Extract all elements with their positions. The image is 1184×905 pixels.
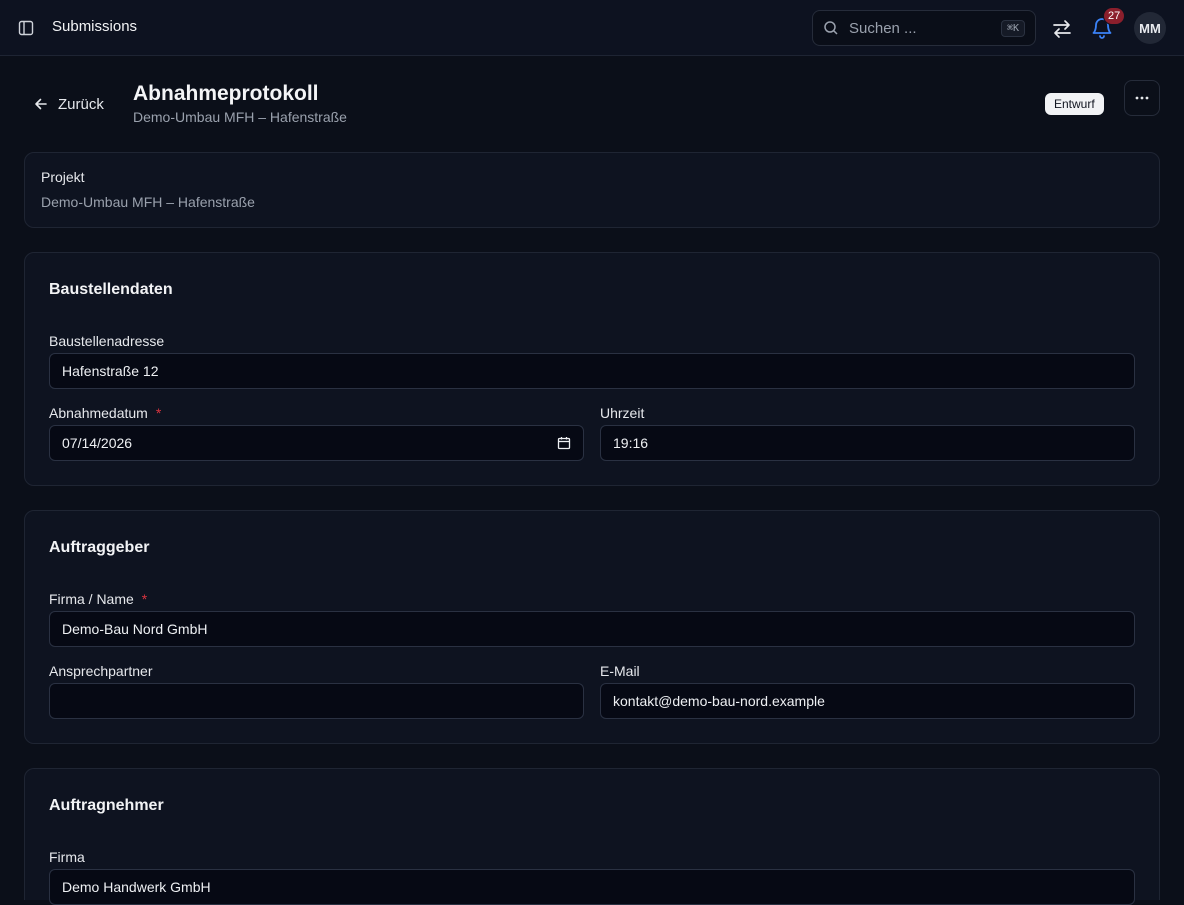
site-data-title: Baustellendaten: [49, 281, 173, 298]
contact-label: Ansprechpartner: [49, 663, 153, 679]
notification-badge: 27: [1103, 7, 1126, 25]
client-company-label-text: Firma / Name: [49, 591, 134, 607]
time-label: Uhrzeit: [600, 405, 645, 421]
page-subtitle: Demo-Umbau MFH – Hafenstraße: [133, 109, 347, 125]
date-input[interactable]: 07/14/2026: [49, 425, 584, 461]
status-badge: Entwurf: [1045, 93, 1104, 115]
client-title: Auftraggeber: [49, 539, 150, 556]
date-label-text: Abnahmedatum: [49, 405, 148, 421]
search-icon: [824, 21, 838, 35]
page-title: Abnahmeprotokoll: [133, 82, 319, 105]
contact-input[interactable]: [49, 683, 584, 719]
contractor-company-label: Firma: [49, 849, 85, 865]
required-marker: *: [141, 591, 148, 607]
site-data-card: Baustellendaten Baustellenadresse Abnahm…: [24, 252, 1160, 486]
date-value: 07/14/2026: [62, 435, 133, 451]
back-label: Zurück: [58, 95, 104, 113]
required-marker: *: [155, 405, 162, 421]
app-title: Submissions: [52, 18, 138, 35]
search-box[interactable]: Suchen ... ⌘K: [812, 10, 1036, 46]
search-shortcut: ⌘K: [1000, 19, 1025, 37]
search-placeholder: Suchen ...: [849, 19, 917, 37]
address-label: Baustellenadresse: [49, 333, 165, 349]
time-input[interactable]: [600, 425, 1135, 461]
ellipsis-icon: [1135, 96, 1149, 100]
date-label: Abnahmedatum *: [49, 405, 161, 421]
back-button[interactable]: Zurück: [34, 94, 104, 114]
project-value: Demo-Umbau MFH – Hafenstraße: [41, 194, 255, 210]
contractor-card: Auftragnehmer Firma: [24, 768, 1160, 905]
more-options-button[interactable]: [1124, 80, 1160, 116]
arrow-left-icon: [35, 98, 47, 110]
top-bar: Submissions Suchen ... ⌘K 27 MM: [0, 0, 1184, 56]
project-label: Projekt: [41, 169, 85, 185]
client-card: Auftraggeber Firma / Name * Ansprechpartn…: [24, 510, 1160, 744]
sidebar-toggle-icon[interactable]: [16, 18, 36, 38]
switch-icon[interactable]: [1050, 17, 1074, 41]
address-input[interactable]: [49, 353, 1135, 389]
contractor-title: Auftragnehmer: [49, 797, 164, 814]
email-input[interactable]: [600, 683, 1135, 719]
project-card: Projekt Demo-Umbau MFH – Hafenstraße: [24, 152, 1160, 228]
avatar[interactable]: MM: [1134, 12, 1166, 44]
client-company-input[interactable]: [49, 611, 1135, 647]
client-company-label: Firma / Name *: [49, 591, 147, 607]
calendar-icon[interactable]: [557, 436, 571, 450]
email-label: E-Mail: [600, 663, 640, 679]
